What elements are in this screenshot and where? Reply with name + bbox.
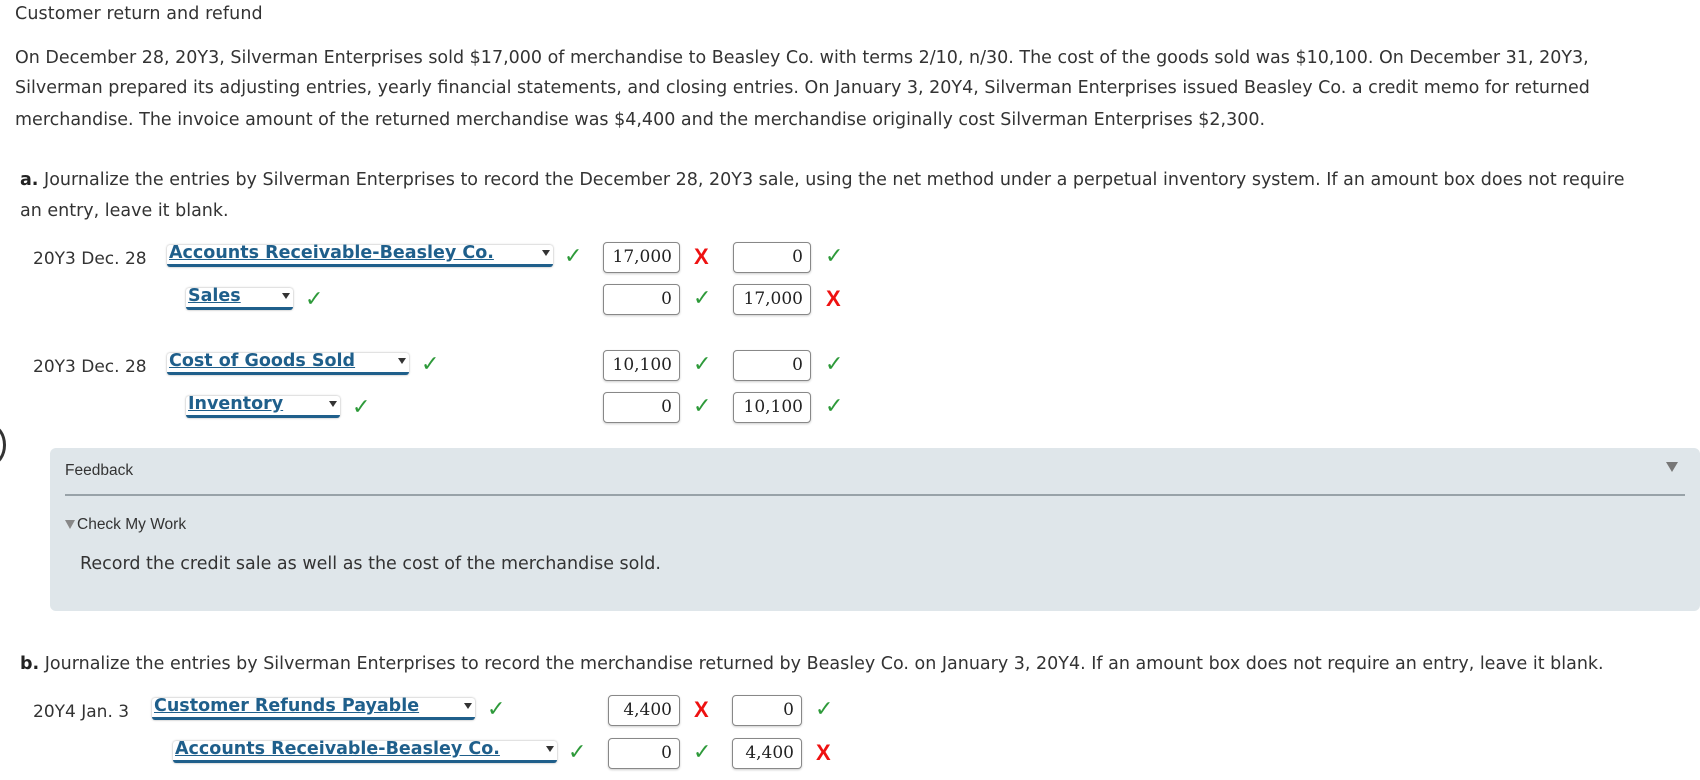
chevron-down-icon xyxy=(542,250,550,256)
debit-input[interactable]: 0 xyxy=(608,738,680,769)
account-select-value: Accounts Receivable-Beasley Co. xyxy=(175,739,500,759)
credit-input[interactable]: 10,100 xyxy=(733,392,811,423)
x-icon: X xyxy=(694,244,709,269)
side-tab-edge xyxy=(0,425,6,465)
problem-text-line-1: On December 28, 20Y3, Silverman Enterpri… xyxy=(15,48,1589,68)
credit-input[interactable]: 0 xyxy=(732,695,802,726)
check-icon: ✓ xyxy=(487,697,506,722)
feedback-label: Feedback xyxy=(65,462,134,479)
check-icon: ✓ xyxy=(825,394,844,419)
check-icon: ✓ xyxy=(352,395,371,420)
credit-input[interactable]: 4,400 xyxy=(732,738,802,769)
chevron-down-icon xyxy=(282,293,290,299)
check-icon: ✓ xyxy=(305,287,324,312)
account-select[interactable]: Customer Refunds Payable xyxy=(152,696,475,720)
feedback-panel: Feedback Check My Work Record the credit… xyxy=(50,448,1700,611)
check-icon: ✓ xyxy=(693,352,712,377)
account-select-value: Customer Refunds Payable xyxy=(154,696,420,716)
chevron-down-icon xyxy=(546,746,554,752)
check-icon: ✓ xyxy=(825,244,844,269)
debit-input[interactable]: 0 xyxy=(603,284,680,315)
collapse-triangle-icon[interactable] xyxy=(1666,462,1678,472)
part-a-instruction: a. Journalize the entries by Silverman E… xyxy=(20,170,1624,190)
x-icon: X xyxy=(816,740,831,765)
entry-date: 20Y4 Jan. 3 xyxy=(33,702,130,722)
account-select-value: Accounts Receivable-Beasley Co. xyxy=(169,243,494,263)
part-b-letter: b. xyxy=(20,654,40,674)
check-my-work-toggle[interactable]: Check My Work xyxy=(65,516,186,534)
account-select[interactable]: Sales xyxy=(186,286,293,310)
feedback-text: Record the credit sale as well as the co… xyxy=(80,554,661,574)
entry-date: 20Y3 Dec. 28 xyxy=(33,357,147,377)
account-select[interactable]: Accounts Receivable-Beasley Co. xyxy=(173,739,557,763)
account-select-value: Sales xyxy=(188,286,241,306)
part-b-instruction: b. Journalize the entries by Silverman E… xyxy=(20,654,1604,674)
check-icon: ✓ xyxy=(693,740,712,765)
debit-input[interactable]: 10,100 xyxy=(603,350,680,381)
x-icon: X xyxy=(826,286,841,311)
x-icon: X xyxy=(694,697,709,722)
credit-input[interactable]: 17,000 xyxy=(733,284,811,315)
part-a-instruction-line-2: an entry, leave it blank. xyxy=(20,201,229,221)
check-icon: ✓ xyxy=(825,352,844,377)
debit-input[interactable]: 4,400 xyxy=(608,695,680,726)
chevron-down-icon xyxy=(398,358,406,364)
debit-input[interactable]: 0 xyxy=(603,392,680,423)
check-icon: ✓ xyxy=(693,394,712,419)
account-select-value: Inventory xyxy=(188,394,284,414)
account-select[interactable]: Cost of Goods Sold xyxy=(167,351,409,375)
feedback-divider xyxy=(65,494,1685,496)
chevron-down-icon xyxy=(329,401,337,407)
credit-input[interactable]: 0 xyxy=(733,242,811,273)
page-title: Customer return and refund xyxy=(15,4,263,24)
check-icon: ✓ xyxy=(564,244,583,269)
credit-input[interactable]: 0 xyxy=(733,350,811,381)
account-select[interactable]: Accounts Receivable-Beasley Co. xyxy=(167,243,553,267)
check-icon: ✓ xyxy=(815,697,834,722)
part-a-instruction-text: Journalize the entries by Silverman Ente… xyxy=(44,170,1625,190)
check-icon: ✓ xyxy=(693,286,712,311)
chevron-down-icon xyxy=(464,703,472,709)
account-select-value: Cost of Goods Sold xyxy=(169,351,356,371)
debit-input[interactable]: 17,000 xyxy=(603,242,680,273)
part-b-instruction-text: Journalize the entries by Silverman Ente… xyxy=(44,654,1604,674)
check-my-work-label: Check My Work xyxy=(77,516,187,533)
check-icon: ✓ xyxy=(568,740,587,765)
part-a-letter: a. xyxy=(20,170,39,190)
problem-text-line-3: merchandise. The invoice amount of the r… xyxy=(15,110,1266,130)
problem-text-line-2: Silverman prepared its adjusting entries… xyxy=(15,78,1590,98)
entry-date: 20Y3 Dec. 28 xyxy=(33,249,147,269)
expand-triangle-icon xyxy=(65,520,75,529)
check-icon: ✓ xyxy=(421,352,440,377)
account-select[interactable]: Inventory xyxy=(186,394,340,418)
